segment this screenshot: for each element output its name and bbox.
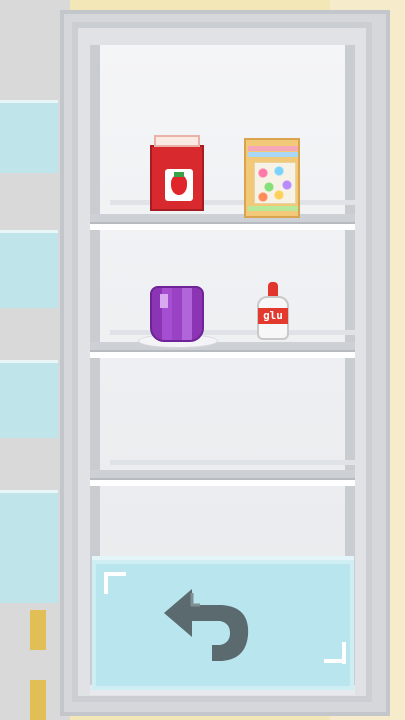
wall-gold-trim	[30, 610, 46, 650]
strawberry-jam-jar-icon[interactable]	[150, 135, 204, 213]
wall-window-panel	[0, 490, 58, 603]
crisper-glare	[342, 642, 346, 664]
wall-window-panel	[0, 100, 58, 173]
jelly-body	[150, 286, 204, 342]
wall-window-panel	[0, 360, 58, 438]
shelf-2	[90, 342, 355, 352]
candy-bag-icon[interactable]	[244, 138, 300, 218]
jam-jar-body	[150, 145, 204, 211]
back-arrow-icon	[164, 589, 249, 661]
glue-bottle-icon[interactable]: glu	[255, 282, 291, 340]
purple-jelly-icon[interactable]	[138, 286, 218, 348]
jelly-shine	[160, 294, 168, 308]
shelf-3-lip	[110, 460, 355, 465]
strawberry-icon	[171, 175, 187, 195]
shelf-2-highlight	[90, 352, 355, 358]
candy-bag-stripe	[248, 146, 298, 151]
back-arrow-button[interactable]	[162, 585, 254, 665]
candy-bag-window	[254, 162, 296, 204]
glue-label: glu	[258, 308, 288, 324]
crisper-glare	[104, 572, 108, 594]
jam-jar-lid	[154, 135, 200, 147]
wall-window-panel	[0, 230, 58, 308]
shelf-3	[90, 470, 355, 480]
shelf-1-lip	[110, 200, 355, 205]
shelf-1-highlight	[90, 224, 355, 230]
jam-label	[165, 169, 193, 201]
wall-gold-trim	[30, 680, 46, 720]
shelf-1	[90, 214, 355, 224]
candy-bag-stripe	[248, 152, 298, 157]
glue-bottle-tip	[268, 282, 278, 296]
strawberry-leaf-icon	[174, 172, 184, 177]
candy-bag-stripe	[248, 206, 298, 211]
shelf-3-highlight	[90, 480, 355, 486]
candy-bag-body	[244, 138, 300, 218]
